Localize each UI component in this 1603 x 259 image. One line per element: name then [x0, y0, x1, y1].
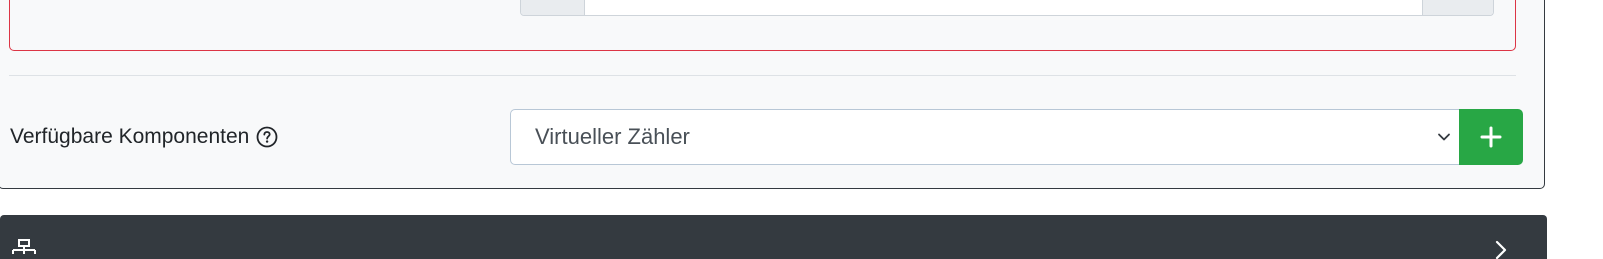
input-group[interactable] — [520, 0, 1494, 16]
chevron-down-icon — [1438, 133, 1450, 141]
input-addon-left — [521, 0, 585, 15]
components-select[interactable]: Virtueller Zähler — [510, 109, 1460, 165]
select-value: Virtueller Zähler — [535, 124, 690, 149]
divider — [9, 75, 1516, 76]
input-addon-right — [1422, 0, 1493, 15]
add-component-button[interactable] — [1459, 109, 1523, 165]
error-panel — [9, 0, 1516, 51]
network-icon — [12, 239, 36, 254]
question-circle-icon[interactable] — [256, 126, 278, 148]
components-label-row: Verfügbare Komponenten — [10, 125, 278, 149]
plus-icon — [1480, 126, 1502, 148]
chevron-right-icon[interactable] — [1492, 240, 1510, 259]
components-label: Verfügbare Komponenten — [10, 125, 250, 148]
section-header-bar[interactable] — [0, 215, 1547, 259]
